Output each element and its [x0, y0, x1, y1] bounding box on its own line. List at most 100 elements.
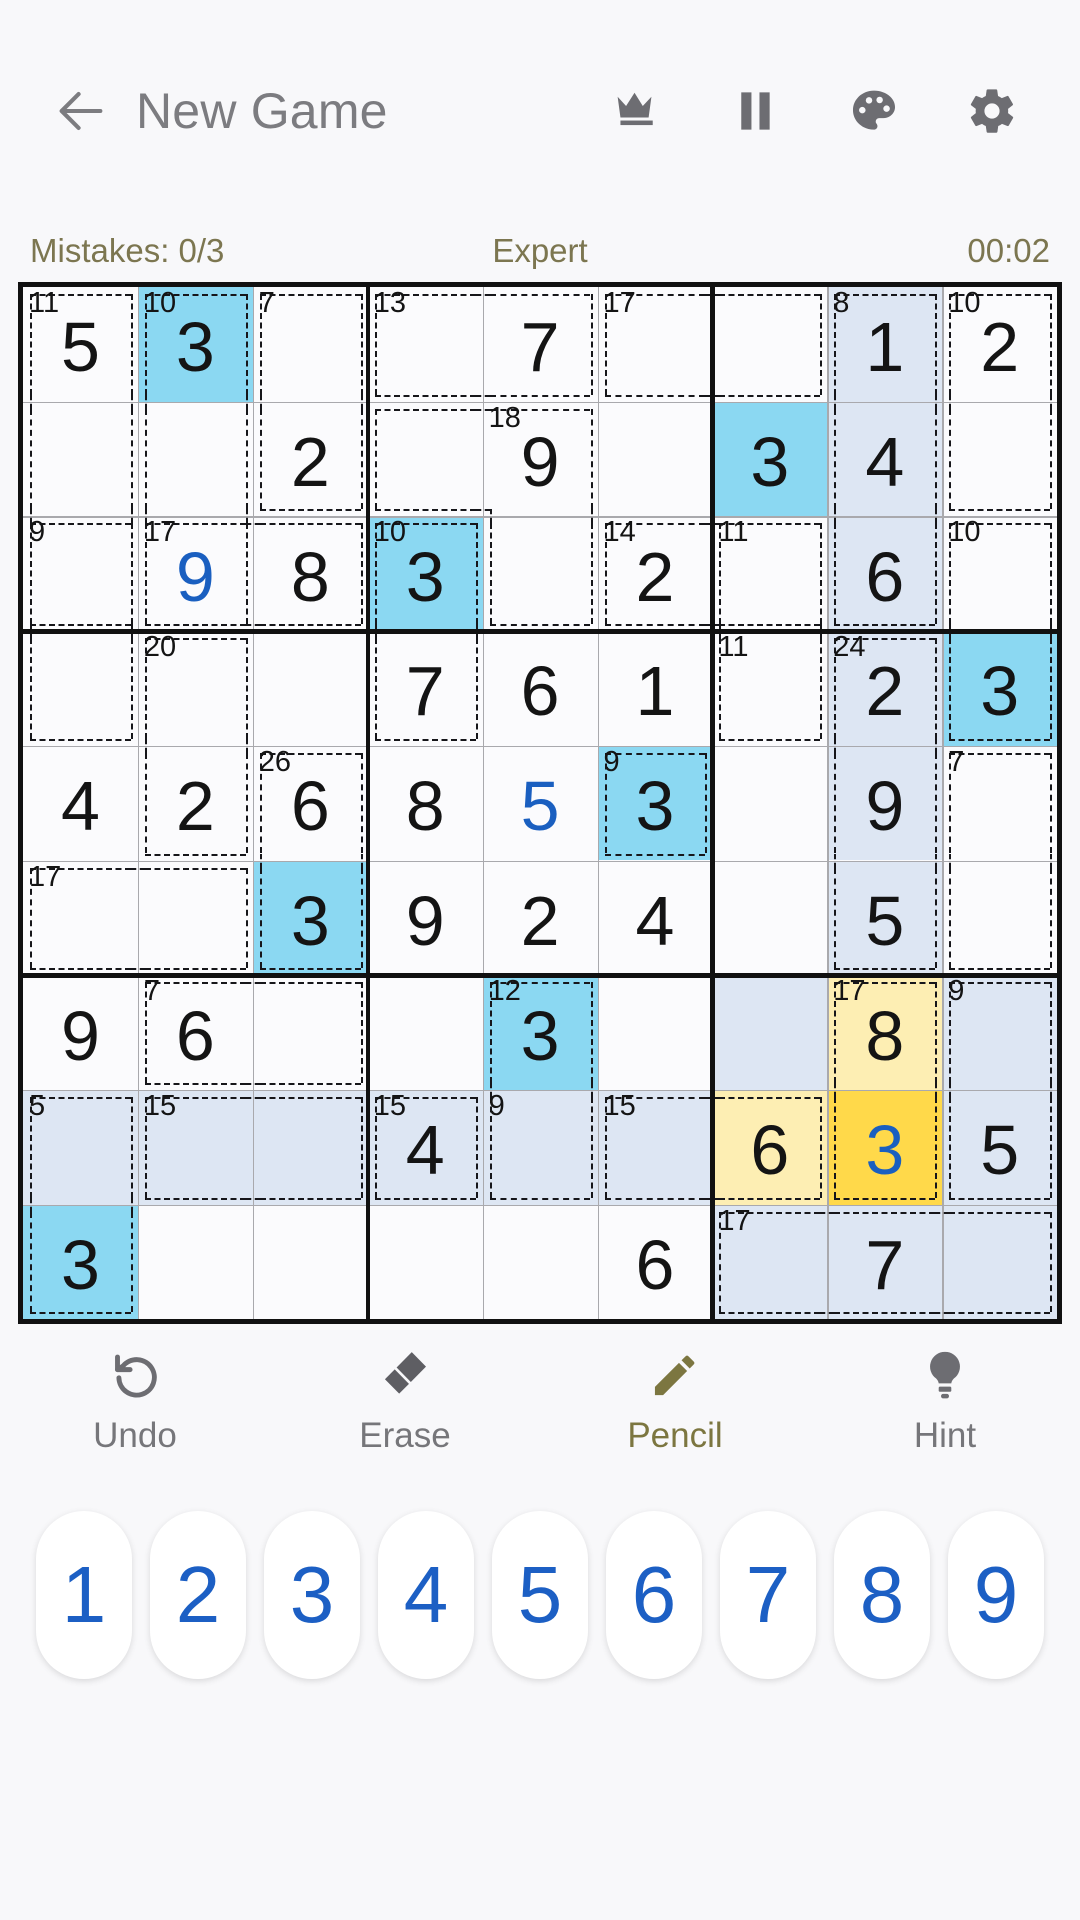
cell-r6c8[interactable]: 5	[827, 861, 942, 976]
cell-r8c4[interactable]: 154	[368, 1090, 483, 1205]
cell-r4c1[interactable]	[23, 631, 138, 746]
cell-r7c9[interactable]: 9	[942, 975, 1057, 1090]
cell-r7c7[interactable]	[712, 975, 827, 1090]
cell-r6c5[interactable]: 2	[483, 861, 598, 976]
cell-r2c8[interactable]: 4	[827, 402, 942, 517]
cell-r4c2[interactable]: 20	[138, 631, 253, 746]
cell-r7c1[interactable]: 9	[23, 975, 138, 1090]
cell-r3c2[interactable]: 179	[138, 516, 253, 631]
sudoku-board[interactable]: 1151037137178110221893491798103142116102…	[18, 282, 1062, 1324]
cell-r4c9[interactable]: 3	[942, 631, 1057, 746]
cell-r7c2[interactable]: 76	[138, 975, 253, 1090]
cell-r4c4[interactable]: 7	[368, 631, 483, 746]
cell-r9c1[interactable]: 3	[23, 1205, 138, 1320]
cell-r3c3[interactable]: 8	[253, 516, 368, 631]
cell-r6c4[interactable]: 9	[368, 861, 483, 976]
cell-r2c1[interactable]	[23, 402, 138, 517]
cell-r9c7[interactable]: 17	[712, 1205, 827, 1320]
cell-r1c3[interactable]: 7	[253, 287, 368, 402]
cell-r4c6[interactable]: 1	[598, 631, 713, 746]
numpad-key-2[interactable]: 2	[150, 1511, 246, 1679]
cell-r5c1[interactable]: 4	[23, 746, 138, 861]
numpad-key-8[interactable]: 8	[834, 1511, 930, 1679]
cell-r4c5[interactable]: 6	[483, 631, 598, 746]
back-arrow-icon[interactable]	[52, 82, 110, 140]
undo-button[interactable]: Undo	[0, 1336, 270, 1456]
cell-r2c5[interactable]: 189	[483, 402, 598, 517]
gear-icon[interactable]	[966, 85, 1018, 137]
cell-r8c1[interactable]: 5	[23, 1090, 138, 1205]
cell-r5c3[interactable]: 266	[253, 746, 368, 861]
numpad-key-5[interactable]: 5	[492, 1511, 588, 1679]
cell-r7c4[interactable]	[368, 975, 483, 1090]
cell-r2c6[interactable]	[598, 402, 713, 517]
cell-r9c5[interactable]	[483, 1205, 598, 1320]
cell-r6c2[interactable]	[138, 861, 253, 976]
hint-button[interactable]: Hint	[810, 1336, 1080, 1456]
cell-r3c1[interactable]: 9	[23, 516, 138, 631]
cell-r5c5[interactable]: 5	[483, 746, 598, 861]
cell-r4c8[interactable]: 242	[827, 631, 942, 746]
cell-r3c8[interactable]: 6	[827, 516, 942, 631]
cell-r3c4[interactable]: 103	[368, 516, 483, 631]
cell-r8c9[interactable]: 5	[942, 1090, 1057, 1205]
cell-r3c5[interactable]	[483, 516, 598, 631]
cell-r7c6[interactable]	[598, 975, 713, 1090]
cell-r5c9[interactable]: 7	[942, 746, 1057, 861]
cell-r8c6[interactable]: 15	[598, 1090, 713, 1205]
numpad-key-3[interactable]: 3	[264, 1511, 360, 1679]
numpad-key-1[interactable]: 1	[36, 1511, 132, 1679]
cell-r9c8[interactable]: 7	[827, 1205, 942, 1320]
cell-r3c9[interactable]: 10	[942, 516, 1057, 631]
cell-r4c7[interactable]: 11	[712, 631, 827, 746]
cell-r6c7[interactable]	[712, 861, 827, 976]
cell-r9c9[interactable]	[942, 1205, 1057, 1320]
cell-r2c4[interactable]	[368, 402, 483, 517]
cell-r1c1[interactable]: 115	[23, 287, 138, 402]
cell-r9c3[interactable]	[253, 1205, 368, 1320]
cell-r1c6[interactable]: 17	[598, 287, 713, 402]
cell-r7c3[interactable]	[253, 975, 368, 1090]
erase-button[interactable]: Erase	[270, 1336, 540, 1456]
cell-r6c6[interactable]: 4	[598, 861, 713, 976]
crown-icon[interactable]	[612, 85, 664, 137]
cell-r8c2[interactable]: 15	[138, 1090, 253, 1205]
cell-r8c7[interactable]: 6	[712, 1090, 827, 1205]
pause-icon[interactable]	[730, 85, 782, 137]
cell-r1c2[interactable]: 103	[138, 287, 253, 402]
pencil-button[interactable]: Pencil	[540, 1336, 810, 1456]
cell-r3c7[interactable]: 11	[712, 516, 827, 631]
numpad-key-9[interactable]: 9	[948, 1511, 1044, 1679]
cell-r8c8[interactable]: 3	[827, 1090, 942, 1205]
cell-r6c1[interactable]: 17	[23, 861, 138, 976]
cell-r2c9[interactable]	[942, 402, 1057, 517]
cell-r1c8[interactable]: 81	[827, 287, 942, 402]
cell-r1c5[interactable]: 7	[483, 287, 598, 402]
cell-r8c3[interactable]	[253, 1090, 368, 1205]
cell-r1c4[interactable]: 13	[368, 287, 483, 402]
cell-r9c4[interactable]	[368, 1205, 483, 1320]
cell-r4c3[interactable]	[253, 631, 368, 746]
cell-r2c2[interactable]	[138, 402, 253, 517]
cell-r2c7[interactable]: 3	[712, 402, 827, 517]
cell-r1c7[interactable]	[712, 287, 827, 402]
cell-r5c8[interactable]: 9	[827, 746, 942, 861]
cell-r5c2[interactable]: 2	[138, 746, 253, 861]
cell-r1c9[interactable]: 102	[942, 287, 1057, 402]
cell-r5c7[interactable]	[712, 746, 827, 861]
cell-r5c4[interactable]: 8	[368, 746, 483, 861]
cell-r8c5[interactable]: 9	[483, 1090, 598, 1205]
cell-r7c5[interactable]: 123	[483, 975, 598, 1090]
cell-r7c8[interactable]: 178	[827, 975, 942, 1090]
cell-r9c6[interactable]: 6	[598, 1205, 713, 1320]
numpad-key-7[interactable]: 7	[720, 1511, 816, 1679]
cell-r6c3[interactable]: 3	[253, 861, 368, 976]
palette-icon[interactable]	[848, 85, 900, 137]
cell-r9c2[interactable]	[138, 1205, 253, 1320]
numpad-key-4[interactable]: 4	[378, 1511, 474, 1679]
cell-r2c3[interactable]: 2	[253, 402, 368, 517]
numpad-key-6[interactable]: 6	[606, 1511, 702, 1679]
cell-r5c6[interactable]: 93	[598, 746, 713, 861]
cell-r3c6[interactable]: 142	[598, 516, 713, 631]
cell-r6c9[interactable]	[942, 861, 1057, 976]
